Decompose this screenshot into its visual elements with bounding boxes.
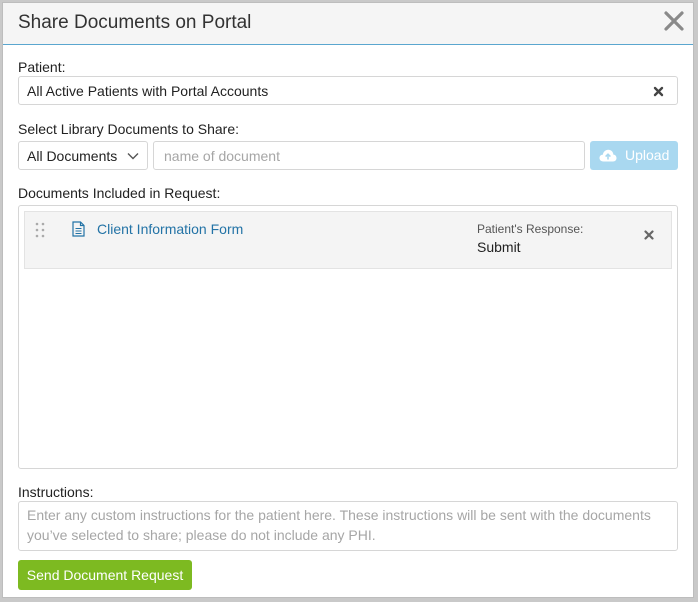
patient-value: All Active Patients with Portal Accounts bbox=[27, 83, 269, 99]
share-documents-dialog: Share Documents on Portal Patient: All A… bbox=[2, 2, 694, 598]
document-search-input[interactable] bbox=[162, 142, 576, 170]
document-filter-select[interactable]: All Documents bbox=[18, 141, 148, 170]
close-icon[interactable] bbox=[661, 8, 687, 34]
document-icon bbox=[72, 221, 85, 237]
chevron-down-icon bbox=[127, 153, 139, 160]
document-row: Client Information Form Patient's Respon… bbox=[24, 211, 672, 269]
instructions-textarea[interactable] bbox=[27, 505, 667, 549]
document-search-field[interactable] bbox=[153, 141, 585, 170]
patient-select[interactable]: All Active Patients with Portal Accounts bbox=[18, 76, 678, 105]
upload-label: Upload bbox=[625, 147, 670, 163]
document-name-link[interactable]: Client Information Form bbox=[97, 221, 243, 237]
upload-button[interactable]: Upload bbox=[590, 141, 678, 170]
clear-icon[interactable] bbox=[653, 86, 664, 97]
dialog-header: Share Documents on Portal bbox=[3, 3, 693, 45]
patient-response-value: Submit bbox=[477, 239, 521, 255]
document-filter-value: All Documents bbox=[27, 148, 118, 164]
library-label: Select Library Documents to Share: bbox=[18, 121, 239, 137]
documents-list: Client Information Form Patient's Respon… bbox=[18, 205, 678, 469]
drag-handle-icon[interactable] bbox=[35, 222, 45, 238]
cloud-upload-icon bbox=[599, 149, 617, 162]
send-document-request-button[interactable]: Send Document Request bbox=[18, 560, 192, 590]
instructions-label: Instructions: bbox=[18, 484, 94, 500]
patient-response-label: Patient's Response: bbox=[477, 222, 584, 236]
patient-label: Patient: bbox=[18, 59, 66, 75]
documents-label: Documents Included in Request: bbox=[18, 185, 221, 201]
remove-icon[interactable] bbox=[644, 230, 654, 240]
dialog-title: Share Documents on Portal bbox=[18, 12, 252, 33]
instructions-field[interactable] bbox=[18, 501, 678, 551]
